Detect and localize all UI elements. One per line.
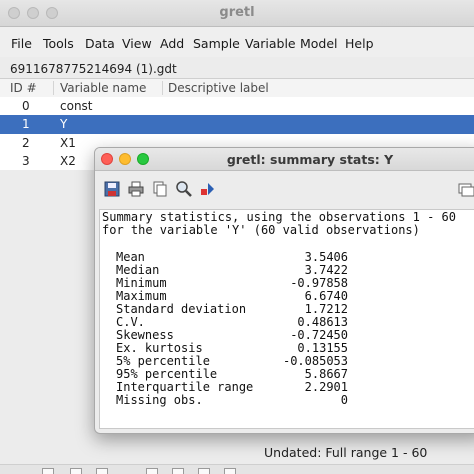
variable-id: 1: [22, 117, 30, 131]
menu-help[interactable]: Help: [345, 36, 374, 51]
stat-label: 5% percentile: [116, 354, 210, 368]
save-icon[interactable]: [103, 180, 121, 198]
stat-label: Skewness: [116, 328, 174, 342]
column-header-label[interactable]: Descriptive label: [168, 81, 269, 95]
main-titlebar[interactable]: gretl: [0, 0, 474, 27]
stat-label: 95% percentile: [116, 367, 218, 381]
stat-label: Minimum: [116, 276, 167, 290]
status-bar: Undated: Full range 1 - 60: [0, 440, 474, 464]
toolbar-icon[interactable]: [70, 468, 82, 474]
stat-value: 0.48613: [297, 315, 348, 329]
dataset-filename: 6911678775214694 (1).gdt: [10, 62, 177, 76]
variable-name: X2: [60, 154, 76, 168]
stats-titlebar[interactable]: gretl: summary stats: Y: [95, 148, 474, 171]
column-header-id[interactable]: ID #: [10, 81, 37, 95]
variable-name: X1: [60, 136, 76, 150]
stat-label: Standard deviation: [116, 302, 247, 316]
variable-row-selected[interactable]: 1 Y: [0, 115, 474, 134]
menu-model[interactable]: Model: [300, 36, 338, 51]
stat-label: Maximum: [116, 289, 167, 303]
menu-view[interactable]: View: [122, 36, 152, 51]
column-divider: [162, 81, 163, 95]
copy-icon[interactable]: [151, 180, 169, 198]
stat-value: 5.8667: [304, 367, 348, 381]
close-button[interactable]: [101, 153, 113, 165]
summary-stats-window: gretl: summary stats: Y Summary statisti…: [94, 147, 474, 434]
variable-list-header: ID # Variable name Descriptive label: [0, 78, 474, 98]
stats-toolbar: [95, 171, 474, 207]
menu-sample[interactable]: Sample: [193, 36, 240, 51]
stat-value: 0: [340, 393, 348, 407]
variable-id: 0: [22, 99, 30, 113]
window-title: gretl: summary stats: Y: [226, 152, 394, 167]
stats-header-line: Summary statistics, using the observatio…: [102, 210, 457, 224]
menu-file[interactable]: File: [11, 36, 32, 51]
stats-header-line: for the variable 'Y' (60 valid observati…: [102, 223, 420, 237]
variable-name: Y: [60, 117, 68, 131]
window-list-icon[interactable]: [457, 180, 474, 198]
stat-value: -0.085053: [282, 354, 348, 368]
toolbar-icon[interactable]: [172, 468, 184, 474]
stat-label: Ex. kurtosis: [116, 341, 203, 355]
bottom-toolbar: [0, 464, 474, 474]
sample-range-status: Undated: Full range 1 - 60: [264, 445, 428, 460]
toolbar-icon[interactable]: [224, 468, 236, 474]
stat-label: Median: [116, 263, 160, 277]
menu-data[interactable]: Data: [85, 36, 115, 51]
stat-value: 2.2901: [304, 380, 348, 394]
stat-value: 3.5406: [304, 250, 348, 264]
stat-value: 3.7422: [304, 263, 348, 277]
stat-value: -0.72450: [290, 328, 348, 342]
stat-label: Missing obs.: [116, 393, 203, 407]
stat-value: 6.6740: [304, 289, 348, 303]
column-header-name[interactable]: Variable name: [60, 81, 146, 95]
stat-value: -0.97858: [290, 276, 348, 290]
stat-label: C.V.: [116, 315, 145, 329]
stat-label: Interquartile range: [116, 380, 254, 394]
window-title: gretl: [219, 5, 255, 20]
minimize-button[interactable]: [119, 153, 131, 165]
variable-row[interactable]: 0 const: [0, 97, 474, 116]
toolbar-icon[interactable]: [42, 468, 54, 474]
stat-value: 1.7212: [304, 302, 348, 316]
menu-tools[interactable]: Tools: [43, 36, 74, 51]
toolbar-icon[interactable]: [96, 468, 108, 474]
menubar: File Tools Data View Add Sample Variable…: [0, 27, 474, 57]
variable-name: const: [60, 99, 93, 113]
print-icon[interactable]: [127, 180, 145, 198]
menu-variable[interactable]: Variable: [245, 36, 296, 51]
variable-id: 3: [22, 154, 30, 168]
summary-stats-text[interactable]: Summary statistics, using the observatio…: [99, 209, 474, 429]
stat-value: 0.13155: [297, 341, 348, 355]
toolbar-icon[interactable]: [146, 468, 158, 474]
toolbar-icon[interactable]: [198, 468, 210, 474]
variable-id: 2: [22, 136, 30, 150]
find-icon[interactable]: [175, 180, 193, 198]
stat-label: Mean: [116, 250, 145, 264]
menu-add[interactable]: Add: [160, 36, 184, 51]
column-divider: [53, 81, 54, 95]
plot-icon[interactable]: [199, 180, 217, 198]
